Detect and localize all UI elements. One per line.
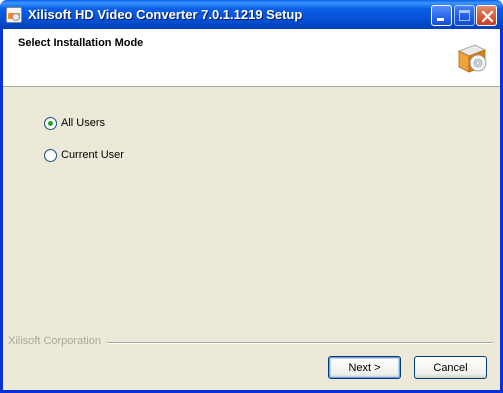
maximize-button xyxy=(454,5,475,26)
close-icon xyxy=(481,10,494,23)
option-current-user[interactable]: Current User xyxy=(44,147,124,163)
all-users-radio[interactable] xyxy=(44,116,57,130)
company-label: Xilisoft Corporation xyxy=(8,335,101,347)
minimize-icon xyxy=(437,18,444,21)
footer-divider xyxy=(107,342,493,344)
title-bar[interactable]: Xilisoft HD Video Converter 7.0.1.1219 S… xyxy=(0,0,503,29)
page-header: Select Installation Mode xyxy=(3,29,500,87)
current-user-label[interactable]: Current User xyxy=(61,149,124,161)
cancel-button[interactable]: Cancel xyxy=(414,356,487,379)
current-user-radio[interactable] xyxy=(44,148,57,162)
window-title: Xilisoft HD Video Converter 7.0.1.1219 S… xyxy=(28,7,303,22)
all-users-label[interactable]: All Users xyxy=(61,117,105,129)
page-title: Select Installation Mode xyxy=(18,37,144,49)
option-all-users[interactable]: All Users xyxy=(44,115,105,131)
close-button[interactable] xyxy=(476,5,497,26)
setup-window: Xilisoft HD Video Converter 7.0.1.1219 S… xyxy=(0,0,503,393)
xilisoft-app-icon[interactable] xyxy=(6,7,22,23)
minimize-button[interactable] xyxy=(431,5,452,26)
maximize-icon xyxy=(459,10,470,21)
installer-box-icon xyxy=(458,44,487,73)
next-button[interactable]: Next > xyxy=(328,356,401,379)
